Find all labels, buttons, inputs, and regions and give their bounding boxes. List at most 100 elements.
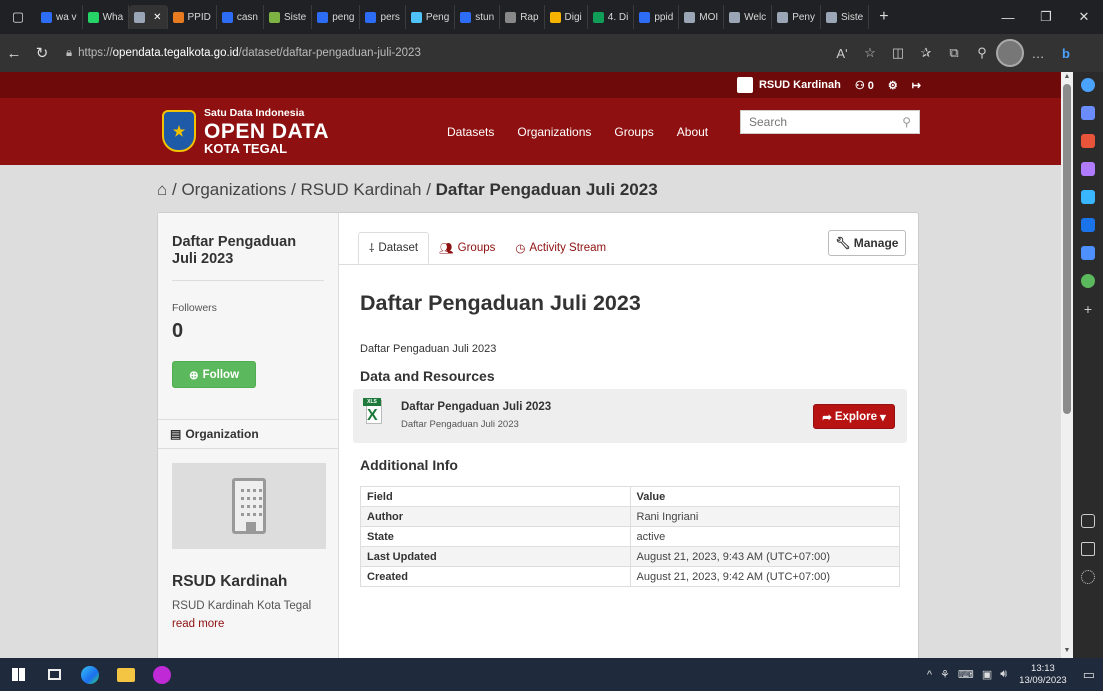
favorite-star-icon[interactable]: ☆ [856,39,884,67]
site-logo[interactable]: ★ Satu Data Indonesia OPEN DATA KOTA TEG… [162,108,329,155]
copilot-icon[interactable] [1081,190,1095,204]
account-name[interactable]: RSUD Kardinah [759,79,841,91]
nav-about[interactable]: About [677,125,708,139]
browser-tab[interactable]: peng [312,5,361,29]
profile-avatar[interactable] [996,39,1024,67]
external-link-icon[interactable] [1081,542,1095,556]
follow-button[interactable]: ⊕ Follow [172,361,256,388]
organization-image[interactable] [172,463,326,549]
edge-taskbar-icon[interactable] [72,658,108,691]
search-icon[interactable]: ⚲ [902,115,911,129]
tab-activity-stream[interactable]: ◷ Activity Stream [505,232,616,264]
tab-label: stun [475,11,495,23]
tab-close-icon[interactable]: ✕ [153,12,161,23]
new-tab-button[interactable]: + [869,8,898,26]
browser-tab[interactable]: MOI [679,5,725,29]
user-avatar[interactable] [736,77,753,93]
tab-actions-icon[interactable]: ▢ [0,0,36,34]
nav-groups[interactable]: Groups [614,125,653,139]
scroll-thumb[interactable] [1063,84,1071,414]
resource-name[interactable]: Daftar Pengaduan Juli 2023 [401,401,551,413]
browser-tab[interactable]: Wha [83,5,130,29]
browser-tab[interactable]: Peny [772,5,821,29]
scroll-down-icon[interactable]: ▼ [1061,647,1073,657]
page-scrollbar[interactable]: ▲ ▼ [1061,72,1073,658]
app-icon[interactable] [144,658,180,691]
shopping-icon[interactable] [1081,106,1095,120]
browser-tab[interactable]: Siste [264,5,313,29]
settings-gear-icon[interactable]: ⚙ [888,79,898,92]
nav-organizations[interactable]: Organizations [517,125,591,139]
tab-dataset[interactable]: ⸸ Dataset [358,232,430,264]
notification-icon[interactable]: ▭ [1083,667,1095,683]
url-field[interactable]: 🔒︎ https://opendata.tegalkota.go.id/data… [62,40,822,66]
browser-tab[interactable]: casn [217,5,264,29]
favorites-icon[interactable]: ✰ [912,39,940,67]
field-cell: Last Updated [360,546,631,567]
games-icon[interactable] [1081,162,1095,176]
manage-button[interactable]: 🔧︎ Manage [828,230,906,256]
display-icon[interactable]: ▣ [982,668,992,681]
collections-icon[interactable]: ⧉ [940,39,968,67]
tools-icon[interactable] [1081,134,1095,148]
minimize-icon[interactable]: — [989,0,1027,34]
value-cell: active [629,526,900,547]
nav-datasets[interactable]: Datasets [447,125,494,139]
logout-icon[interactable]: ↦ [912,79,921,92]
read-more-link[interactable]: read more [172,618,224,630]
network-icon[interactable]: ⌨ [958,668,974,681]
breadcrumb-organizations[interactable]: Organizations [181,180,286,199]
home-icon[interactable]: ⌂ [157,180,167,199]
send-icon[interactable] [1081,246,1095,260]
browser-tab[interactable]: wa v [36,5,83,29]
read-aloud-icon[interactable]: Aʹ [828,39,856,67]
browser-tab[interactable]: 4. Di [588,5,635,29]
explore-button[interactable]: ➦ Explore ▾ [813,404,895,429]
back-icon[interactable]: ← [0,39,28,67]
split-screen-icon[interactable]: ◫ [884,39,912,67]
browser-tab[interactable]: PPID [168,5,217,29]
scroll-up-icon[interactable]: ▲ [1061,73,1073,83]
breadcrumb-current: Daftar Pengaduan Juli 2023 [435,180,658,199]
chevron-up-icon[interactable]: ^ [927,669,932,681]
sidebar-settings-icon[interactable] [1081,570,1095,584]
browser-tab[interactable]: ppid [634,5,680,29]
restore-icon[interactable]: ❐ [1027,0,1065,34]
file-explorer-icon[interactable] [108,658,144,691]
browser-tab[interactable]: stun [455,5,501,29]
volume-icon[interactable]: 🔊︎ [1000,668,1007,681]
search-input[interactable] [749,115,889,129]
search-icon[interactable] [1081,78,1095,92]
tab-favicon-icon [505,11,517,23]
main-nav: Datasets Organizations Groups About [447,125,708,139]
tree-icon[interactable] [1081,274,1095,288]
browser-tab[interactable]: pers [360,5,406,29]
breadcrumb-organization[interactable]: RSUD Kardinah [301,180,422,199]
add-icon[interactable]: + [1081,302,1095,316]
tab-favicon-icon [460,11,472,23]
browser-tab[interactable]: Peng [406,5,456,29]
extensions-icon[interactable]: ⚲ [968,39,996,67]
outlook-icon[interactable] [1081,218,1095,232]
tab-favicon-icon [684,11,696,23]
tab-groups[interactable]: 👥︎ Groups [429,232,505,264]
browser-tab[interactable]: ✕ [129,5,168,29]
browser-tab[interactable]: Welc [724,5,773,29]
activity-stream-count[interactable]: ⚇ 0 [855,79,874,92]
browser-tab[interactable]: Siste [821,5,870,29]
bing-copilot-icon[interactable]: b [1052,39,1080,67]
browser-tab[interactable]: Digi [545,5,588,29]
resource-item[interactable]: XLS X Daftar Pengaduan Juli 2023 Daftar … [353,389,907,443]
close-window-icon[interactable]: ✕ [1065,0,1103,34]
task-view-icon[interactable] [36,658,72,691]
browser-tab-strip: ▢ wa v Wha ✕ PPID casn Siste peng pers Peng stun R… [0,0,1103,34]
value-cell: Rani Ingriani [629,506,900,527]
more-menu-icon[interactable]: … [1024,39,1052,67]
clock[interactable]: 13:13 13/09/2023 [1019,663,1067,687]
organization-name[interactable]: RSUD Kardinah [172,573,287,591]
refresh-icon[interactable]: ↻ [28,39,56,67]
start-icon[interactable] [0,658,36,691]
tray-app-icon[interactable]: ⚘ [940,668,950,681]
sidebar-toggle-icon[interactable] [1081,514,1095,528]
browser-tab[interactable]: Rap [500,5,545,29]
